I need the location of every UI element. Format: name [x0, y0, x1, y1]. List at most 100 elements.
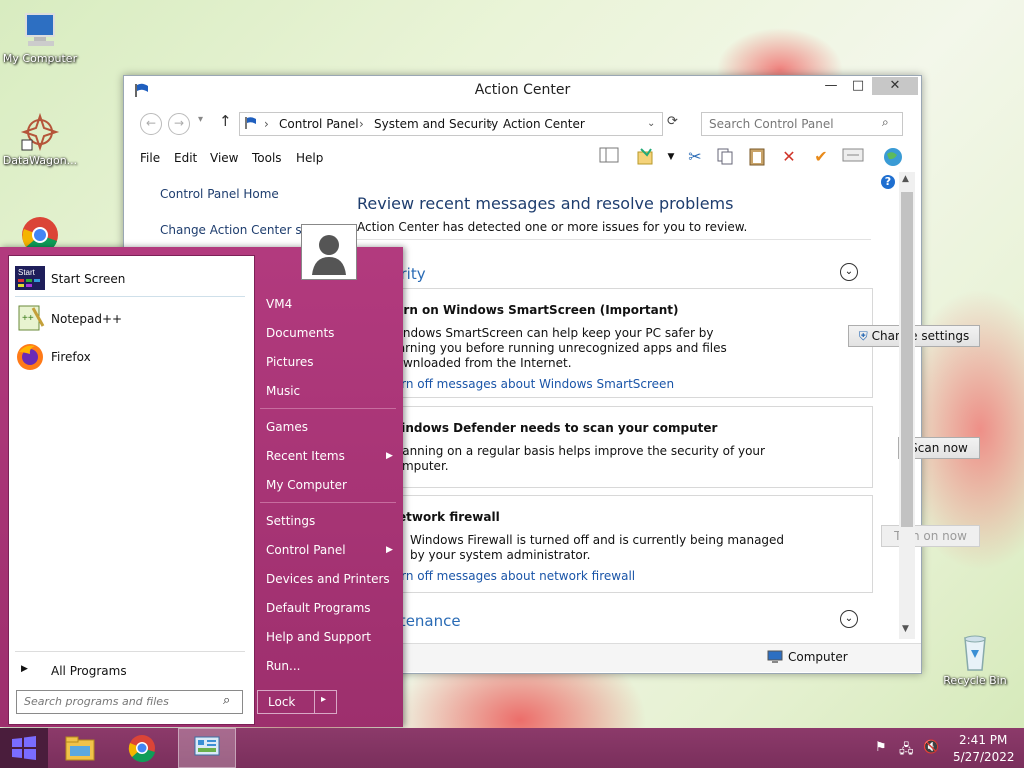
volume-muted-icon[interactable]: 🔇 — [923, 740, 939, 755]
recycle-bin-icon — [955, 632, 995, 672]
chevron-down-icon[interactable]: ⌄ — [840, 263, 858, 281]
desktop-icon-datawagon[interactable]: DataWagon... — [0, 112, 80, 167]
chevron-down-icon[interactable]: ⌄ — [840, 610, 858, 628]
scroll-up-icon[interactable]: ▲ — [902, 174, 909, 184]
action-center-flag-icon[interactable]: ⚑ — [875, 740, 887, 755]
delete-icon[interactable]: ✕ — [778, 146, 800, 168]
clock-date[interactable]: 5/27/2022 — [953, 750, 1015, 764]
firewall-title: Network firewall — [388, 510, 500, 524]
start-link-control-panel[interactable]: Control Panel — [266, 543, 346, 557]
minimize-button[interactable]: — — [817, 77, 845, 95]
menu-view[interactable]: View — [210, 151, 238, 165]
address-bar[interactable]: › Control Panel › System and Security › … — [239, 112, 663, 136]
desktop-icon-my-computer[interactable]: My Computer — [0, 10, 80, 65]
svg-text:Start: Start — [18, 268, 36, 277]
smartscreen-turn-off-link[interactable]: Turn off messages about Windows SmartScr… — [388, 377, 674, 391]
start-link-default-programs[interactable]: Default Programs — [266, 601, 371, 615]
taskbar-chrome[interactable] — [118, 728, 166, 768]
start-link-help-support[interactable]: Help and Support — [266, 630, 371, 644]
start-search-input[interactable]: Search programs and files ⌕ — [16, 690, 243, 714]
search-input[interactable]: Search Control Panel ⌕ — [701, 112, 903, 136]
network-icon[interactable]: 🖧 — [899, 740, 914, 762]
page-title: Review recent messages and resolve probl… — [357, 194, 734, 213]
paste-icon[interactable] — [746, 146, 768, 168]
menu-file[interactable]: File — [140, 151, 160, 165]
windows-logo-icon — [12, 736, 36, 760]
svg-text:++: ++ — [22, 313, 34, 324]
start-link-games[interactable]: Games — [266, 420, 308, 434]
start-link-settings[interactable]: Settings — [266, 514, 315, 528]
checkmark-icon[interactable]: ✔ — [810, 146, 832, 168]
start-link-vm4[interactable]: VM4 — [266, 297, 292, 311]
start-search-placeholder: Search programs and files — [24, 695, 169, 708]
taskbar-file-explorer[interactable] — [56, 728, 104, 768]
start-link-run[interactable]: Run... — [266, 659, 300, 673]
start-link-my-computer[interactable]: My Computer — [266, 478, 347, 492]
address-row: ← → ▾ ↑ › Control Panel › System and Sec… — [124, 110, 921, 136]
scroll-down-icon[interactable]: ▼ — [902, 624, 909, 634]
start-item-label: Notepad++ — [51, 312, 123, 326]
start-button[interactable] — [0, 728, 48, 768]
scroll-thumb[interactable] — [901, 192, 913, 527]
triangle-right-icon: ▶ — [21, 664, 28, 674]
smartscreen-title: Turn on Windows SmartScreen (Important) — [388, 303, 679, 317]
start-item-firefox[interactable]: Firefox — [15, 342, 251, 372]
start-item-start-screen[interactable]: Start Start Screen — [15, 264, 251, 294]
vertical-scrollbar[interactable]: ▲ ▼ — [899, 172, 915, 639]
up-button[interactable]: ↑ — [219, 112, 232, 130]
lock-options-arrow-icon[interactable]: ▸ — [321, 694, 326, 705]
help-icon[interactable]: ? — [881, 175, 895, 189]
layout-icon[interactable] — [598, 146, 620, 168]
firefox-icon — [15, 342, 45, 375]
properties-panel-icon[interactable] — [842, 146, 864, 168]
menu-tools[interactable]: Tools — [252, 151, 282, 165]
folder-icon — [65, 736, 95, 761]
start-link-devices-printers[interactable]: Devices and Printers — [266, 572, 390, 586]
user-avatar[interactable] — [301, 224, 357, 280]
title-bar: Action Center — □ ✕ — [124, 76, 921, 106]
recent-locations-button[interactable]: ▾ — [198, 114, 203, 125]
nav-change-action-center-settings[interactable]: Change Action Center setti — [160, 223, 322, 237]
breadcrumb-action-center[interactable]: Action Center — [503, 117, 585, 131]
chevron-down-icon[interactable]: ⌄ — [647, 118, 655, 129]
globe-icon[interactable] — [882, 146, 904, 168]
taskbar-control-panel[interactable] — [178, 728, 236, 768]
start-item-label: Firefox — [51, 350, 91, 364]
search-icon: ⌕ — [223, 693, 231, 708]
back-button[interactable]: ← — [140, 113, 162, 135]
refresh-icon[interactable]: ⟳ — [667, 114, 678, 129]
start-link-recent-items[interactable]: Recent Items — [266, 449, 345, 463]
copy-icon[interactable] — [714, 146, 736, 168]
computer-icon — [20, 10, 60, 50]
properties-icon[interactable] — [634, 146, 656, 168]
clock-time[interactable]: 2:41 PM — [959, 733, 1007, 747]
turn-on-now-button[interactable]: Turn on now — [881, 525, 980, 547]
start-link-documents[interactable]: Documents — [266, 326, 334, 340]
forward-button[interactable]: → — [168, 113, 190, 135]
desktop-icon-recycle-bin[interactable]: Recycle Bin — [935, 632, 1015, 687]
start-item-notepad-plus-plus[interactable]: ++ Notepad++ — [15, 304, 251, 334]
start-screen-icon: Start — [15, 266, 45, 293]
chevron-down-icon[interactable]: ▼ — [660, 146, 682, 168]
start-item-label: Start Screen — [51, 272, 126, 286]
maximize-button[interactable]: □ — [844, 77, 872, 95]
cut-icon[interactable]: ✂ — [684, 146, 706, 168]
search-placeholder: Search Control Panel — [709, 117, 834, 131]
menu-help[interactable]: Help — [296, 151, 323, 165]
smartscreen-text-2: warning you before running unrecognized … — [388, 341, 727, 355]
smartscreen-text-1: Windows SmartScreen can help keep your P… — [388, 326, 714, 340]
close-button[interactable]: ✕ — [872, 77, 918, 95]
start-link-music[interactable]: Music — [266, 384, 300, 398]
breadcrumb-system-security[interactable]: System and Security — [374, 117, 498, 131]
lock-button[interactable]: Lock ▸ — [257, 690, 337, 714]
breadcrumb-control-panel[interactable]: Control Panel — [279, 117, 359, 131]
all-programs-button[interactable]: ▶ All Programs — [15, 656, 251, 686]
change-settings-label: Change settings — [871, 329, 970, 343]
start-link-pictures[interactable]: Pictures — [266, 355, 314, 369]
firewall-turn-off-link[interactable]: Turn off messages about network firewall — [388, 569, 635, 583]
lock-label: Lock — [268, 695, 296, 709]
defender-title: Windows Defender needs to scan your comp… — [388, 421, 718, 435]
chevron-right-icon: ▶ — [386, 451, 393, 461]
menu-edit[interactable]: Edit — [174, 151, 197, 165]
nav-control-panel-home[interactable]: Control Panel Home — [160, 187, 279, 201]
